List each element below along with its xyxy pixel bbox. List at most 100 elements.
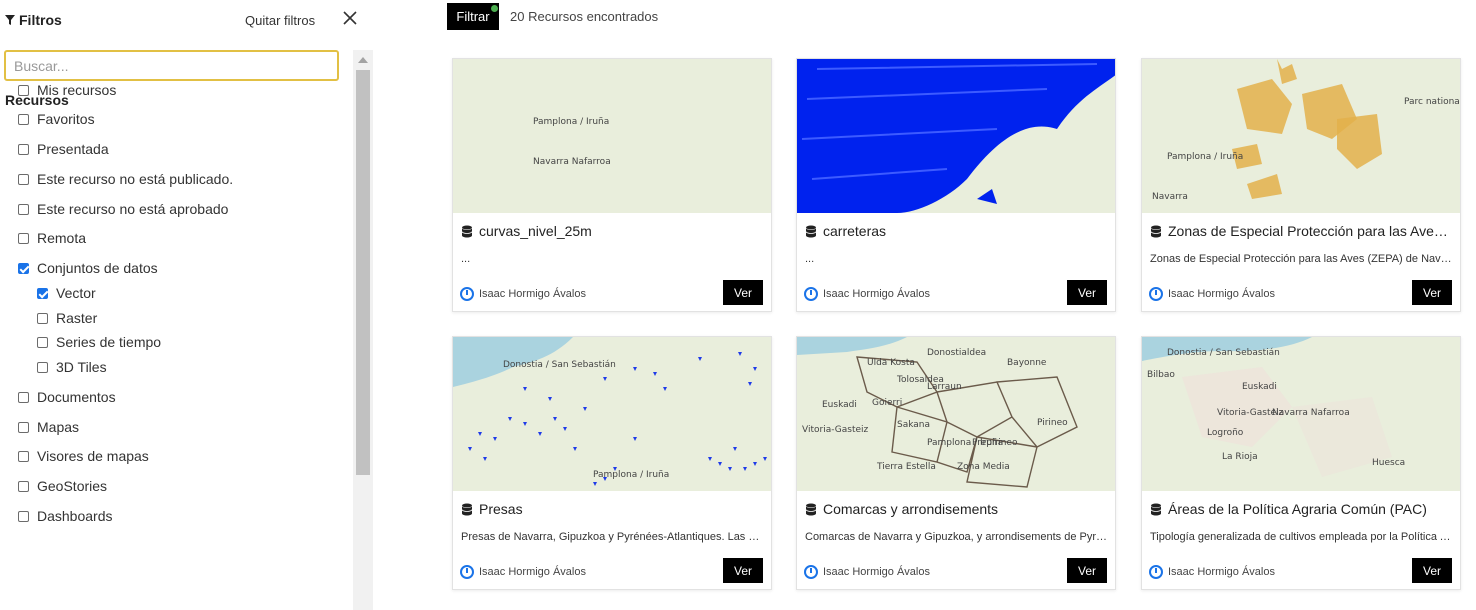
checkbox[interactable] xyxy=(18,173,29,185)
sidebar-scrollbar[interactable] xyxy=(353,50,373,610)
view-button[interactable]: Ver xyxy=(1067,280,1107,305)
checkbox[interactable] xyxy=(18,421,29,433)
card-title[interactable]: Áreas de la Política Agraria Común (PAC) xyxy=(1150,501,1454,517)
map-thumbnail[interactable]: Pamplona / Iruña Parc national des Pyréné… xyxy=(1142,59,1460,213)
svg-text:Donostia / San Sebastián: Donostia / San Sebastián xyxy=(1167,348,1280,358)
resource-card[interactable]: Pamplona / Iruña Navarra Nafarroa curvas_n… xyxy=(452,58,772,312)
filter-item-label: Dashboards xyxy=(37,508,113,524)
map-thumbnail[interactable]: Donostia / San Sebastián Bilbao Euskadi Vit… xyxy=(1142,337,1460,491)
view-button[interactable]: Ver xyxy=(1412,280,1452,305)
checkbox[interactable] xyxy=(37,336,48,348)
svg-text:Ulda Kosta: Ulda Kosta xyxy=(867,358,915,368)
card-title-text: Presas xyxy=(479,501,523,517)
svg-text:Parc national des Pyrénées (Ai: Parc national des Pyrénées (Aire d'adhés… xyxy=(1404,96,1460,107)
scroll-up-icon[interactable] xyxy=(358,57,368,63)
resource-card[interactable]: Pamplona / Iruña Parc national des Pyréné… xyxy=(1141,58,1461,312)
checkbox[interactable] xyxy=(37,287,48,299)
power-icon xyxy=(1149,287,1163,301)
database-icon xyxy=(1150,225,1162,237)
view-button[interactable]: Ver xyxy=(1412,558,1452,583)
filter-item-presentada[interactable]: Presentada xyxy=(18,141,109,157)
svg-text:Goierri: Goierri xyxy=(872,398,902,408)
resource-card[interactable]: Ulda Kosta Donostialdea Bayonne Tolosaldea L… xyxy=(796,336,1116,590)
sidebar-title-text: Filtros xyxy=(19,12,62,28)
map-thumbnail[interactable]: Pamplona / Iruña Navarra Nafarroa xyxy=(453,59,771,213)
card-title[interactable]: Comarcas y arrondisements xyxy=(805,501,1109,517)
filter-item-3d-tiles[interactable]: 3D Tiles xyxy=(37,359,107,375)
card-title-text: curvas_nivel_25m xyxy=(479,223,592,239)
card-title[interactable]: Zonas de Especial Protección para las Av… xyxy=(1150,223,1454,239)
power-icon xyxy=(460,565,474,579)
map-thumbnail[interactable]: Ulda Kosta Donostialdea Bayonne Tolosaldea L… xyxy=(797,337,1115,491)
svg-text:Pirineo: Pirineo xyxy=(1037,418,1068,428)
checkbox[interactable] xyxy=(18,391,29,403)
search-input[interactable] xyxy=(4,50,339,81)
svg-text:Pamplona / Iruña: Pamplona / Iruña xyxy=(1167,152,1243,162)
filter-item-vector[interactable]: Vector xyxy=(37,285,96,301)
filter-item-documentos[interactable]: Documentos xyxy=(18,389,116,405)
checkbox[interactable] xyxy=(18,262,29,274)
database-icon xyxy=(805,225,817,237)
checkbox[interactable] xyxy=(18,113,29,125)
filter-item-series-de-tiempo[interactable]: Series de tiempo xyxy=(37,334,161,350)
filter-item-este-recurso-no-está-aprobado[interactable]: Este recurso no está aprobado xyxy=(18,201,228,217)
svg-text:Donostialdea: Donostialdea xyxy=(927,348,986,358)
card-title[interactable]: Presas xyxy=(461,501,765,517)
filter-item-label: Mapas xyxy=(37,419,80,435)
svg-text:Sakana: Sakana xyxy=(897,420,930,430)
filter-item-mis-recursos[interactable]: Mis recursos xyxy=(18,82,116,98)
filter-item-favoritos[interactable]: Favoritos xyxy=(18,111,95,127)
database-icon xyxy=(1150,503,1162,515)
resource-card[interactable]: Donostia / San Sebastián Bilbao Euskadi Vit… xyxy=(1141,336,1461,590)
owner-name: Isaac Hormigo Ávalos xyxy=(823,288,930,300)
filter-item-este-recurso-no-está-publicado[interactable]: Este recurso no está publicado. xyxy=(18,171,233,187)
scrollbar-thumb[interactable] xyxy=(356,70,370,475)
card-owner[interactable]: Isaac Hormigo Ávalos xyxy=(1149,287,1275,301)
close-sidebar-button[interactable] xyxy=(342,10,360,28)
filter-item-dashboards[interactable]: Dashboards xyxy=(18,508,113,524)
checkbox[interactable] xyxy=(18,450,29,462)
checkbox[interactable] xyxy=(18,510,29,522)
card-owner[interactable]: Isaac Hormigo Ávalos xyxy=(460,287,586,301)
filter-item-raster[interactable]: Raster xyxy=(37,310,97,326)
card-description: Zonas de Especial Protección para las Av… xyxy=(1150,253,1454,265)
checkbox[interactable] xyxy=(18,84,29,96)
view-button[interactable]: Ver xyxy=(1067,558,1107,583)
filter-item-label: Favoritos xyxy=(37,111,95,127)
checkbox[interactable] xyxy=(18,203,29,215)
resource-card[interactable]: carreteras... Isaac Hormigo Ávalos Ver xyxy=(796,58,1116,312)
checkbox[interactable] xyxy=(18,232,29,244)
sidebar-scroll-area[interactable]: Recursos Mis recursosFavoritosPresentada… xyxy=(0,50,373,610)
filter-item-conjuntos-de-datos[interactable]: Conjuntos de datos xyxy=(18,260,158,276)
checkbox[interactable] xyxy=(18,143,29,155)
card-owner[interactable]: Isaac Hormigo Ávalos xyxy=(804,287,930,301)
svg-text:Navarra Nafarroa: Navarra Nafarroa xyxy=(533,157,611,167)
resource-card[interactable]: Donostia / San Sebastián Pamplona / Iruña… xyxy=(452,336,772,590)
filter-item-remota[interactable]: Remota xyxy=(18,230,86,246)
map-thumbnail[interactable]: Donostia / San Sebastián Pamplona / Iruña xyxy=(453,337,771,491)
owner-name: Isaac Hormigo Ávalos xyxy=(479,566,586,578)
clear-filters-link[interactable]: Quitar filtros xyxy=(245,13,315,28)
results-count: 20 Recursos encontrados xyxy=(510,9,659,24)
view-button[interactable]: Ver xyxy=(723,280,763,305)
view-button[interactable]: Ver xyxy=(723,558,763,583)
filter-item-mapas[interactable]: Mapas xyxy=(18,419,79,435)
filter-item-geostories[interactable]: GeoStories xyxy=(18,478,107,494)
filter-item-label: 3D Tiles xyxy=(56,359,107,375)
filter-item-visores-de-mapas[interactable]: Visores de mapas xyxy=(18,448,149,464)
checkbox[interactable] xyxy=(37,312,48,324)
checkbox[interactable] xyxy=(37,361,48,373)
map-thumbnail[interactable] xyxy=(797,59,1115,213)
svg-text:Donostia / San Sebastián: Donostia / San Sebastián xyxy=(503,360,616,370)
card-owner[interactable]: Isaac Hormigo Ávalos xyxy=(804,565,930,579)
card-owner[interactable]: Isaac Hormigo Ávalos xyxy=(1149,565,1275,579)
card-title[interactable]: carreteras xyxy=(805,223,1109,239)
owner-name: Isaac Hormigo Ávalos xyxy=(1168,288,1275,300)
card-owner[interactable]: Isaac Hormigo Ávalos xyxy=(460,565,586,579)
svg-text:Larraun: Larraun xyxy=(927,382,962,392)
card-description: Presas de Navarra, Gipuzkoa y Pyrénées-A… xyxy=(461,531,765,543)
checkbox[interactable] xyxy=(18,480,29,492)
card-title[interactable]: curvas_nivel_25m xyxy=(461,223,765,239)
svg-text:Navarra: Navarra xyxy=(1152,192,1188,202)
filter-item-label: GeoStories xyxy=(37,478,108,494)
